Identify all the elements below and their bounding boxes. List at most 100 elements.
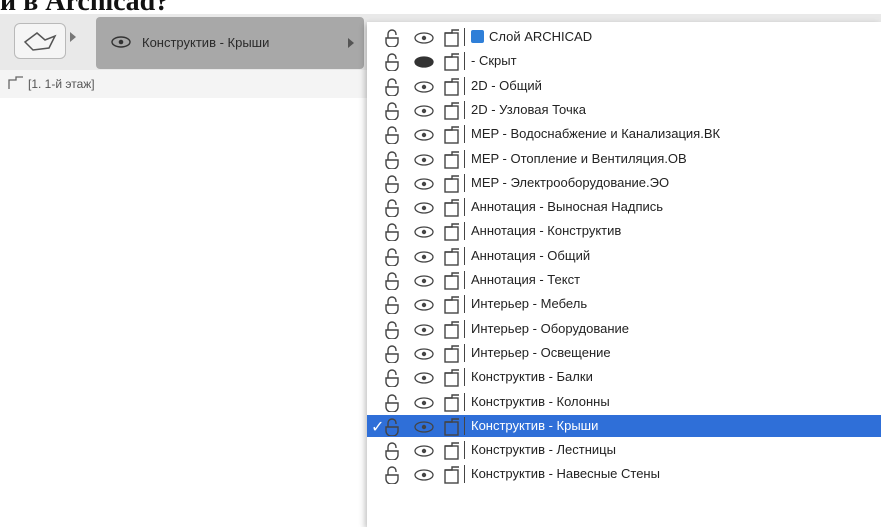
layer-menu-item[interactable]: Интерьер - Мебель bbox=[367, 293, 881, 315]
wireframe-icon[interactable] bbox=[443, 442, 461, 465]
eye-icon[interactable] bbox=[413, 396, 435, 414]
lock-icon[interactable] bbox=[383, 466, 401, 489]
lock-icon[interactable] bbox=[383, 175, 401, 198]
eye-icon[interactable] bbox=[413, 468, 435, 486]
layer-menu-item-label: Интерьер - Мебель bbox=[471, 296, 588, 312]
eye-icon[interactable] bbox=[413, 444, 435, 462]
eye-closed-icon[interactable] bbox=[413, 55, 435, 73]
wireframe-icon[interactable] bbox=[443, 199, 461, 222]
layer-menu-item[interactable]: Конструктив - Навесные Стены bbox=[367, 463, 881, 486]
wireframe-icon[interactable] bbox=[443, 126, 461, 149]
layer-menu-item[interactable]: Интерьер - Оборудование bbox=[367, 318, 881, 340]
wireframe-icon[interactable] bbox=[443, 418, 461, 441]
lock-icon[interactable] bbox=[383, 418, 401, 441]
roof-tool-button[interactable] bbox=[14, 23, 66, 59]
column-divider bbox=[464, 246, 465, 265]
column-divider bbox=[464, 76, 465, 95]
lock-icon[interactable] bbox=[383, 272, 401, 295]
lock-icon[interactable] bbox=[383, 345, 401, 368]
eye-icon[interactable] bbox=[413, 31, 435, 49]
layer-menu-item[interactable]: Слой ARCHICAD bbox=[367, 26, 881, 48]
eye-icon[interactable] bbox=[413, 371, 435, 389]
layer-menu-item[interactable]: Интерьер - Освещение bbox=[367, 342, 881, 364]
eye-icon[interactable] bbox=[413, 128, 435, 146]
wireframe-icon[interactable] bbox=[443, 466, 461, 489]
layer-menu-item[interactable]: Аннотация - Конструктив bbox=[367, 220, 881, 243]
layer-menu-item[interactable]: MEP - Водоснабжение и Канализация.ВК bbox=[367, 123, 881, 145]
lock-icon[interactable] bbox=[383, 248, 401, 271]
eye-icon[interactable] bbox=[413, 420, 435, 438]
layer-menu-item[interactable]: Конструктив - Лестницы bbox=[367, 439, 881, 461]
layer-menu-item[interactable]: Аннотация - Общий bbox=[367, 245, 881, 267]
layer-menu-item-label: 2D - Узловая Точка bbox=[471, 101, 586, 117]
layer-menu-item-label: MEP - Отопление и Вентиляция.ОВ bbox=[471, 150, 687, 166]
eye-icon[interactable] bbox=[413, 80, 435, 98]
layer-menu-item[interactable]: Конструктив - Колонны bbox=[367, 391, 881, 413]
layer-menu-item-label: Конструктив - Навесные Стены bbox=[471, 466, 660, 482]
layer-menu-item[interactable]: MEP - Отопление и Вентиляция.ОВ bbox=[367, 148, 881, 170]
column-divider bbox=[464, 465, 465, 484]
eye-icon[interactable] bbox=[413, 225, 435, 243]
lock-icon[interactable] bbox=[383, 29, 401, 52]
eye-icon[interactable] bbox=[413, 153, 435, 171]
roof-shape-icon bbox=[23, 32, 57, 51]
lock-icon[interactable] bbox=[383, 320, 401, 344]
archicad-layer-icon bbox=[471, 30, 484, 43]
eye-icon bbox=[111, 36, 131, 48]
layer-dropdown-menu: Слой ARCHICAD - Скрыт 2D - Общий 2D - Узлов… bbox=[367, 22, 881, 527]
lock-icon[interactable] bbox=[383, 369, 401, 392]
eye-icon[interactable] bbox=[413, 104, 435, 122]
layer-selector-label: Конструктив - Крыши bbox=[142, 35, 270, 50]
layer-menu-item[interactable]: ✓ Конструктив - Крыши bbox=[367, 414, 881, 438]
wireframe-icon[interactable] bbox=[443, 223, 461, 246]
layer-menu-item-label: Конструктив - Лестницы bbox=[471, 442, 616, 458]
column-divider bbox=[464, 295, 465, 314]
lock-icon[interactable] bbox=[383, 223, 401, 246]
story-icon bbox=[8, 76, 23, 89]
eye-icon[interactable] bbox=[413, 250, 435, 268]
layer-menu-item[interactable]: - Скрыт bbox=[367, 50, 881, 72]
wireframe-icon[interactable] bbox=[443, 102, 461, 125]
layer-menu-item[interactable]: Аннотация - Выносная Надпись bbox=[367, 196, 881, 218]
lock-icon[interactable] bbox=[383, 126, 401, 149]
eye-icon[interactable] bbox=[413, 347, 435, 365]
column-divider bbox=[464, 125, 465, 144]
eye-icon[interactable] bbox=[413, 298, 435, 316]
layer-selector[interactable]: Конструктив - Крыши bbox=[96, 17, 364, 69]
wireframe-icon[interactable] bbox=[443, 296, 461, 319]
wireframe-icon[interactable] bbox=[443, 369, 461, 392]
wireframe-icon[interactable] bbox=[443, 320, 461, 344]
lock-icon[interactable] bbox=[383, 199, 401, 222]
lock-icon[interactable] bbox=[383, 442, 401, 465]
layer-menu-item[interactable]: MEP - Электрооборудование.ЭО bbox=[367, 172, 881, 194]
eye-icon[interactable] bbox=[413, 201, 435, 219]
layer-menu-item[interactable]: Аннотация - Текст bbox=[367, 269, 881, 291]
wireframe-icon[interactable] bbox=[443, 247, 461, 271]
lock-icon[interactable] bbox=[383, 77, 401, 101]
wireframe-icon[interactable] bbox=[443, 77, 461, 101]
column-divider bbox=[464, 392, 465, 411]
wireframe-icon[interactable] bbox=[443, 393, 461, 417]
wireframe-icon[interactable] bbox=[443, 29, 461, 52]
lock-icon[interactable] bbox=[383, 150, 401, 174]
layer-menu-item[interactable]: 2D - Общий bbox=[367, 75, 881, 97]
eye-icon[interactable] bbox=[413, 177, 435, 195]
wireframe-icon[interactable] bbox=[443, 272, 461, 295]
lock-icon[interactable] bbox=[383, 393, 401, 417]
lock-icon[interactable] bbox=[383, 296, 401, 319]
layer-menu-item[interactable]: Конструктив - Балки bbox=[367, 366, 881, 388]
wireframe-icon[interactable] bbox=[443, 150, 461, 174]
wireframe-icon[interactable] bbox=[443, 175, 461, 198]
tool-options-arrow-icon[interactable] bbox=[70, 32, 76, 42]
column-divider bbox=[464, 343, 465, 362]
layer-menu-item[interactable]: 2D - Узловая Точка bbox=[367, 99, 881, 121]
lock-icon[interactable] bbox=[383, 102, 401, 125]
eye-icon[interactable] bbox=[413, 323, 435, 341]
layer-selector-arrow-icon bbox=[348, 38, 354, 48]
wireframe-icon[interactable] bbox=[443, 53, 461, 76]
eye-icon[interactable] bbox=[413, 274, 435, 292]
wireframe-icon[interactable] bbox=[443, 345, 461, 368]
column-divider bbox=[464, 441, 465, 460]
lock-icon[interactable] bbox=[383, 53, 401, 76]
column-divider bbox=[464, 222, 465, 241]
